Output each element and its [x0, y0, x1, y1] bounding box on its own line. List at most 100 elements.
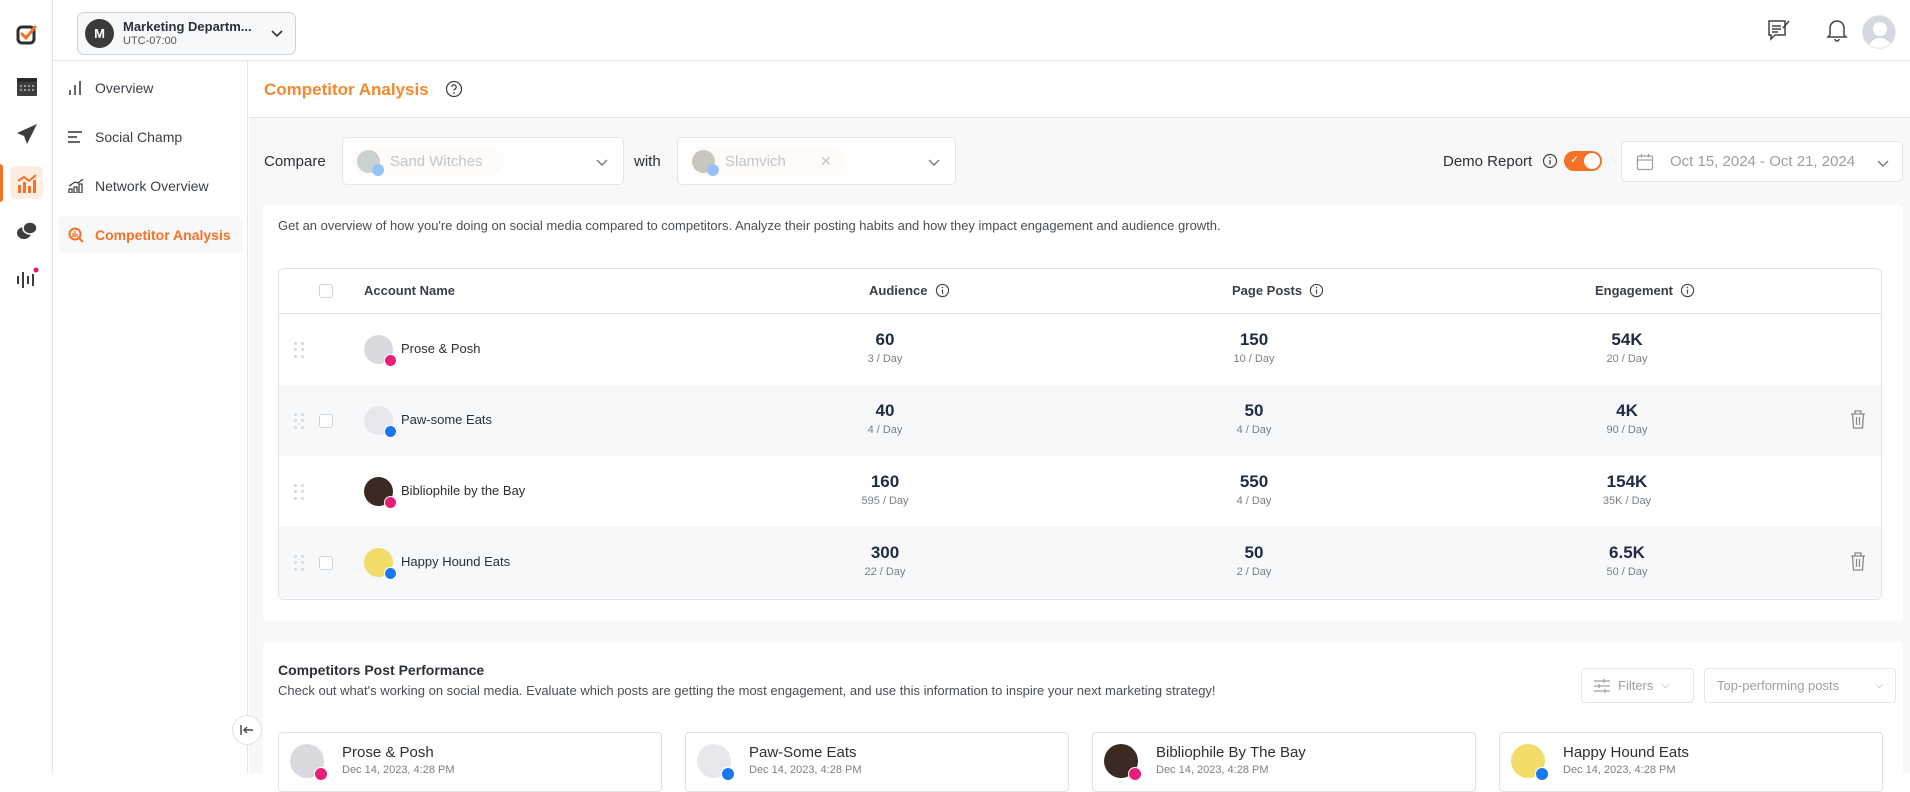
audience-value: 160 — [870, 472, 900, 491]
analytics-icon — [16, 173, 37, 193]
filters-dropdown[interactable]: Filters ⌵ — [1581, 668, 1694, 703]
calendar-icon — [1636, 154, 1654, 171]
subnav-item-competitor-analysis[interactable]: Competitor Analysis — [58, 216, 243, 254]
overview-description: Get an overview of how you're doing on s… — [278, 218, 1221, 233]
demo-report-toggle[interactable]: ✓ — [1564, 151, 1602, 171]
sort-label: Top-performing posts — [1717, 678, 1840, 693]
facebook-icon — [372, 163, 384, 176]
info-icon[interactable] — [935, 283, 950, 298]
bell-icon[interactable] — [1825, 17, 1849, 43]
drag-handle-icon[interactable] — [294, 413, 304, 429]
competitor-account-select[interactable]: Slamvich ✕ — [677, 137, 956, 185]
collapse-left-icon — [240, 725, 253, 735]
subnav-item-overview[interactable]: Overview — [58, 69, 243, 107]
engagement-cell: 54K 20 / Day — [1567, 330, 1687, 365]
audience-rate: 22 / Day — [864, 566, 906, 578]
workspace-selector[interactable]: M Marketing Departm... UTC-07:00 — [77, 12, 296, 55]
rail-analytics[interactable] — [10, 166, 43, 199]
engagement-value: 154K — [1606, 472, 1648, 491]
remove-competitor-icon[interactable]: ✕ — [820, 153, 832, 170]
page-posts-value: 50 — [1244, 401, 1264, 420]
bar-chart-icon — [69, 81, 81, 95]
post-card[interactable]: Happy Hound Eats Dec 14, 2023, 4:28 PM — [1499, 732, 1883, 792]
engagement-value: 54K — [1611, 330, 1643, 349]
competitor-overview-card: Get an overview of how you're doing on s… — [263, 205, 1903, 621]
post-card[interactable]: Bibliophile By The Bay Dec 14, 2023, 4:28… — [1092, 732, 1476, 792]
table-row: Paw-some Eats 40 4 / Day 50 4 / Day 4K 90 / Da… — [279, 385, 1881, 456]
subnav-item-network-overview[interactable]: Network Overview — [58, 167, 243, 205]
app-logo[interactable] — [10, 17, 43, 50]
audience-cell: 60 3 / Day — [825, 330, 945, 365]
rail-calendar[interactable] — [10, 69, 43, 102]
info-icon[interactable] — [1542, 153, 1558, 169]
account-name: Paw-some Eats — [401, 412, 493, 427]
audience-rate: 4 / Day — [867, 424, 903, 436]
instagram-icon — [384, 354, 397, 367]
column-label: Page Posts — [1232, 283, 1303, 298]
row-checkbox[interactable] — [319, 414, 333, 428]
primary-account-select[interactable]: Sand Witches — [342, 137, 624, 185]
page-posts-rate: 2 / Day — [1236, 566, 1272, 578]
account-name: Prose & Posh — [401, 341, 481, 356]
top-header: M Marketing Departm... UTC-07:00 — [53, 0, 1910, 61]
selected-account-chip: Sand Witches — [353, 146, 504, 176]
facebook-icon — [384, 425, 397, 438]
selected-competitor-name: Slamvich — [725, 152, 786, 170]
help-icon[interactable] — [445, 80, 463, 98]
audience-cell: 40 4 / Day — [825, 401, 945, 436]
instagram-icon — [1128, 767, 1142, 781]
table-row: Happy Hound Eats 300 22 / Day 50 2 / Day 6.5K… — [279, 527, 1881, 598]
column-header-account: Account Name — [364, 283, 455, 298]
delete-button[interactable] — [1849, 409, 1867, 434]
audience-value: 60 — [875, 330, 895, 349]
account-avatar — [364, 335, 397, 367]
info-icon[interactable] — [1680, 283, 1695, 298]
demo-report-text: Demo Report — [1443, 153, 1533, 170]
column-label: Audience — [869, 283, 928, 298]
collapse-sidebar-button[interactable] — [232, 715, 262, 745]
rail-listening[interactable] — [10, 262, 43, 295]
row-checkbox[interactable] — [319, 556, 333, 570]
user-avatar[interactable] — [1862, 15, 1896, 49]
drag-handle-icon[interactable] — [294, 342, 304, 358]
instagram-icon — [314, 767, 328, 781]
notes-icon[interactable] — [1766, 17, 1792, 43]
info-icon[interactable] — [1309, 283, 1324, 298]
drag-handle-icon[interactable] — [294, 484, 304, 500]
page-posts-value: 50 — [1244, 543, 1264, 562]
facebook-icon — [384, 567, 397, 580]
page-posts-value: 150 — [1239, 330, 1269, 349]
demo-report-label: Demo Report — [1443, 153, 1532, 170]
selected-competitor-chip: Slamvich ✕ — [688, 146, 846, 176]
post-card[interactable]: Paw-Some Eats Dec 14, 2023, 4:28 PM — [685, 732, 1069, 792]
table-row: Bibliophile by the Bay 160 595 / Day 550 4 /… — [279, 456, 1881, 527]
column-header-page-posts: Page Posts — [1232, 283, 1324, 298]
page-title: Competitor Analysis — [264, 80, 429, 99]
table-header: Account Name Audience Page Posts Engagem… — [279, 269, 1881, 314]
chevron-down-icon: ⌵ — [1661, 680, 1669, 691]
column-label: Engagement — [1595, 283, 1674, 298]
date-range-picker[interactable]: Oct 15, 2024 - Oct 21, 2024 — [1621, 141, 1903, 182]
page-posts-cell: 550 4 / Day — [1194, 472, 1314, 507]
rail-engage[interactable] — [10, 214, 43, 247]
competitor-icon — [68, 227, 84, 243]
chevron-down-icon — [928, 159, 940, 166]
engagement-cell: 154K 35K / Day — [1567, 472, 1687, 507]
post-card[interactable]: Prose & Posh Dec 14, 2023, 4:28 PM — [278, 732, 662, 792]
engagement-rate: 50 / Day — [1606, 566, 1648, 578]
post-date: Dec 14, 2023, 4:28 PM — [1156, 764, 1269, 776]
subnav-item-social-champ[interactable]: Social Champ — [58, 118, 243, 156]
drag-handle-icon[interactable] — [294, 555, 304, 571]
select-all-checkbox[interactable] — [319, 284, 333, 298]
post-performance-description: Check out what's working on social media… — [278, 683, 1216, 698]
post-account-name: Happy Hound Eats — [1563, 744, 1689, 761]
workspace-avatar: M — [85, 19, 114, 48]
delete-button[interactable] — [1849, 551, 1867, 576]
account-avatar — [357, 149, 384, 176]
sort-dropdown[interactable]: Top-performing posts ⌵ — [1704, 668, 1896, 703]
post-account-name: Bibliophile By The Bay — [1156, 744, 1306, 761]
post-performance-card: Competitors Post Performance Check out w… — [263, 642, 1903, 792]
rail-publish[interactable] — [10, 117, 43, 150]
chat-icon — [16, 220, 38, 239]
subnav-label: Network Overview — [95, 178, 209, 194]
